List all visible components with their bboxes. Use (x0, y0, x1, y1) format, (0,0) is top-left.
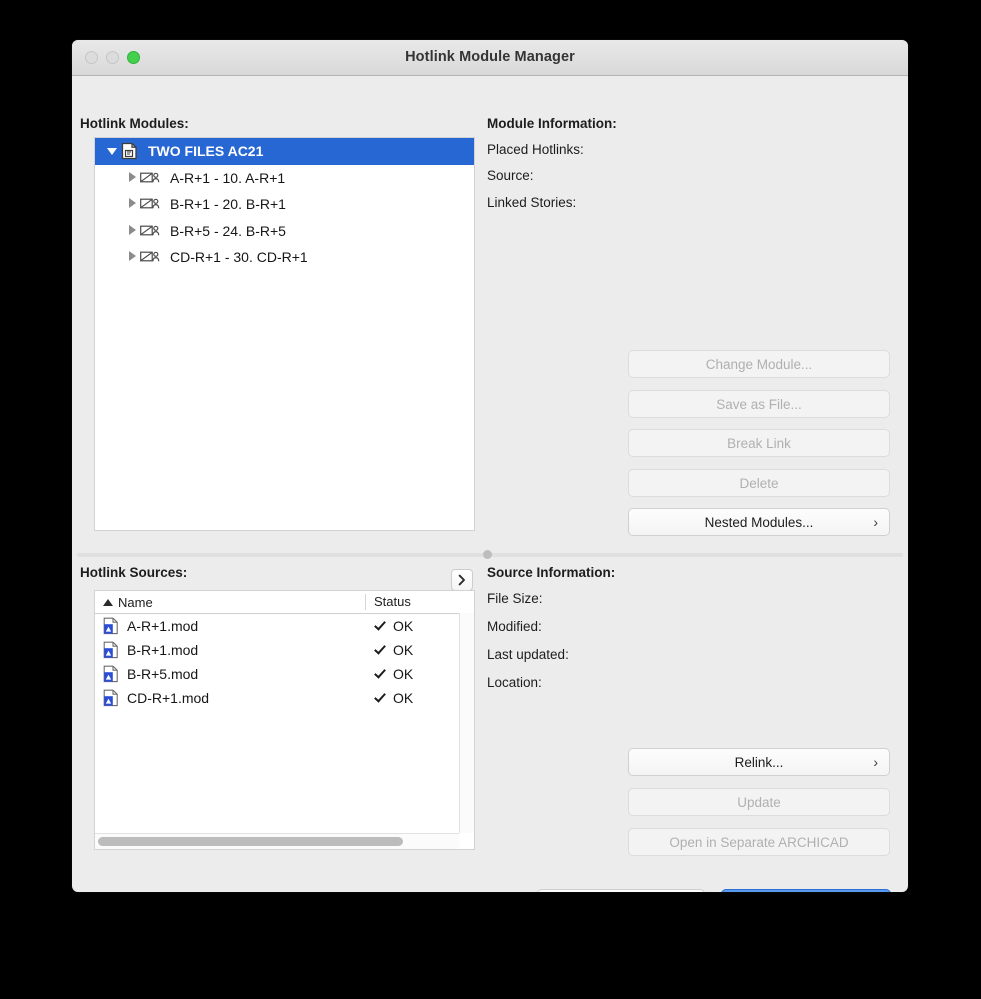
source-information-title: Source Information: (487, 565, 616, 580)
tree-row[interactable]: CD-R+1 - 30. CD-R+1 (95, 244, 474, 271)
check-icon (374, 620, 386, 632)
source-status-label: OK (393, 666, 414, 682)
scrollbar-corner (459, 833, 474, 849)
location-label: Location: (487, 675, 542, 690)
update-button[interactable]: Update (628, 788, 890, 816)
source-label: Source: (487, 168, 534, 183)
archicad-mod-file-icon (103, 665, 118, 683)
panel-splitter[interactable] (72, 549, 908, 560)
sort-ascending-icon (103, 598, 113, 606)
save-as-file-button[interactable]: Save as File... (628, 390, 890, 418)
source-status-label: OK (393, 642, 414, 658)
modified-label: Modified: (487, 619, 542, 634)
source-name-label: B-R+5.mod (127, 666, 199, 682)
disclosure-triangle-icon[interactable] (105, 143, 121, 159)
tree-item-label: B-R+5 - 24. B-R+5 (170, 222, 286, 239)
hotlink-instance-icon (140, 251, 160, 262)
tree-row[interactable]: TWO FILES AC21 (95, 138, 474, 165)
hotlink-sources-label: Hotlink Sources: (80, 565, 188, 580)
table-row[interactable]: B-R+1.mod OK (95, 638, 474, 662)
dialog-body: Hotlink Modules: TWO FILES AC21 A-R+1 - … (72, 76, 908, 892)
hotlink-modules-label: Hotlink Modules: (80, 116, 189, 131)
relink-label: Relink... (734, 754, 784, 770)
tree-item-label: CD-R+1 - 30. CD-R+1 (170, 249, 308, 266)
open-in-separate-archicad-button[interactable]: Open in Separate ARCHICAD (628, 828, 890, 856)
hotlink-instance-icon (140, 172, 160, 183)
last-updated-label: Last updated: (487, 647, 569, 662)
placed-hotlinks-label: Placed Hotlinks: (487, 142, 584, 157)
file-size-label: File Size: (487, 591, 543, 606)
module-information-title: Module Information: (487, 116, 617, 131)
sources-vertical-scrollbar[interactable] (459, 613, 474, 833)
table-row[interactable]: A-R+1.mod OK (95, 614, 474, 638)
delete-label: Delete (739, 475, 779, 491)
splitter-grip-handle[interactable] (483, 550, 492, 559)
ok-button[interactable]: OK (721, 889, 891, 892)
source-status-cell: OK (366, 666, 474, 682)
delete-button[interactable]: Delete (628, 469, 890, 497)
archicad-mod-file-icon (103, 641, 118, 659)
column-header-name[interactable]: Name (95, 595, 365, 610)
tree-item-label: TWO FILES AC21 (148, 143, 264, 160)
chevron-right-icon (458, 574, 465, 586)
hotlink-modules-tree[interactable]: TWO FILES AC21 A-R+1 - 10. A-R+1 B-R+1 -… (94, 137, 475, 531)
check-icon (374, 668, 386, 680)
chevron-right-icon: › (873, 754, 878, 770)
tree-row[interactable]: B-R+1 - 20. B-R+1 (95, 191, 474, 218)
source-status-cell: OK (366, 690, 474, 706)
source-name-cell: B-R+5.mod (103, 665, 366, 683)
table-row[interactable]: CD-R+1.mod OK (95, 686, 474, 710)
window-title: Hotlink Module Manager (405, 49, 575, 65)
disclosure-triangle-icon[interactable] (124, 170, 140, 186)
relink-button[interactable]: Relink... › (628, 748, 890, 776)
table-row[interactable]: B-R+5.mod OK (95, 662, 474, 686)
tree-row[interactable]: B-R+5 - 24. B-R+5 (95, 218, 474, 245)
source-status-cell: OK (366, 618, 474, 634)
save-as-file-label: Save as File... (716, 396, 802, 412)
scrollbar-thumb[interactable] (98, 837, 403, 846)
source-name-label: B-R+1.mod (127, 642, 199, 658)
check-icon (374, 644, 386, 656)
chevron-right-icon: › (873, 514, 878, 530)
update-label: Update (737, 794, 781, 810)
sources-table-header: Name Status (95, 591, 474, 614)
tree-row[interactable]: A-R+1 - 10. A-R+1 (95, 165, 474, 192)
sources-horizontal-scrollbar[interactable] (95, 833, 474, 849)
source-name-label: CD-R+1.mod (127, 690, 210, 706)
nested-modules-button[interactable]: Nested Modules... › (628, 508, 890, 536)
tree-item-label: A-R+1 - 10. A-R+1 (170, 169, 286, 186)
source-status-label: OK (393, 618, 414, 634)
source-name-label: A-R+1.mod (127, 618, 199, 634)
check-icon (374, 692, 386, 704)
column-header-status[interactable]: Status (365, 594, 474, 610)
archicad-mod-file-icon (103, 689, 118, 707)
hotlink-module-manager-dialog: Hotlink Module Manager Hotlink Modules: … (72, 40, 908, 892)
nested-modules-label: Nested Modules... (704, 514, 814, 530)
tree-item-label: B-R+1 - 20. B-R+1 (170, 196, 286, 213)
expand-sources-button[interactable] (451, 569, 473, 591)
change-module-label: Change Module... (705, 356, 813, 372)
archicad-mod-file-icon (103, 617, 118, 635)
change-module-button[interactable]: Change Module... (628, 350, 890, 378)
source-name-cell: B-R+1.mod (103, 641, 366, 659)
source-status-label: OK (393, 690, 414, 706)
open-in-separate-archicad-label: Open in Separate ARCHICAD (669, 834, 849, 850)
hotlink-instance-icon (140, 225, 160, 236)
disclosure-triangle-icon[interactable] (124, 223, 140, 239)
source-status-cell: OK (366, 642, 474, 658)
source-name-cell: CD-R+1.mod (103, 689, 366, 707)
disclosure-triangle-icon[interactable] (124, 196, 140, 212)
linked-stories-label: Linked Stories: (487, 195, 577, 210)
module-file-icon (121, 143, 137, 160)
cancel-button[interactable]: Cancel (537, 889, 705, 892)
column-header-name-label: Name (118, 594, 153, 610)
source-name-cell: A-R+1.mod (103, 617, 366, 635)
column-header-status-label: Status (374, 594, 411, 609)
break-link-button[interactable]: Break Link (628, 429, 890, 457)
window-titlebar: Hotlink Module Manager (72, 40, 908, 76)
disclosure-triangle-icon[interactable] (124, 249, 140, 265)
hotlink-instance-icon (140, 198, 160, 209)
hotlink-sources-list[interactable]: Name Status A-R+1.mod OK B-R+1.mod OK B-… (94, 590, 475, 850)
break-link-label: Break Link (727, 435, 791, 451)
